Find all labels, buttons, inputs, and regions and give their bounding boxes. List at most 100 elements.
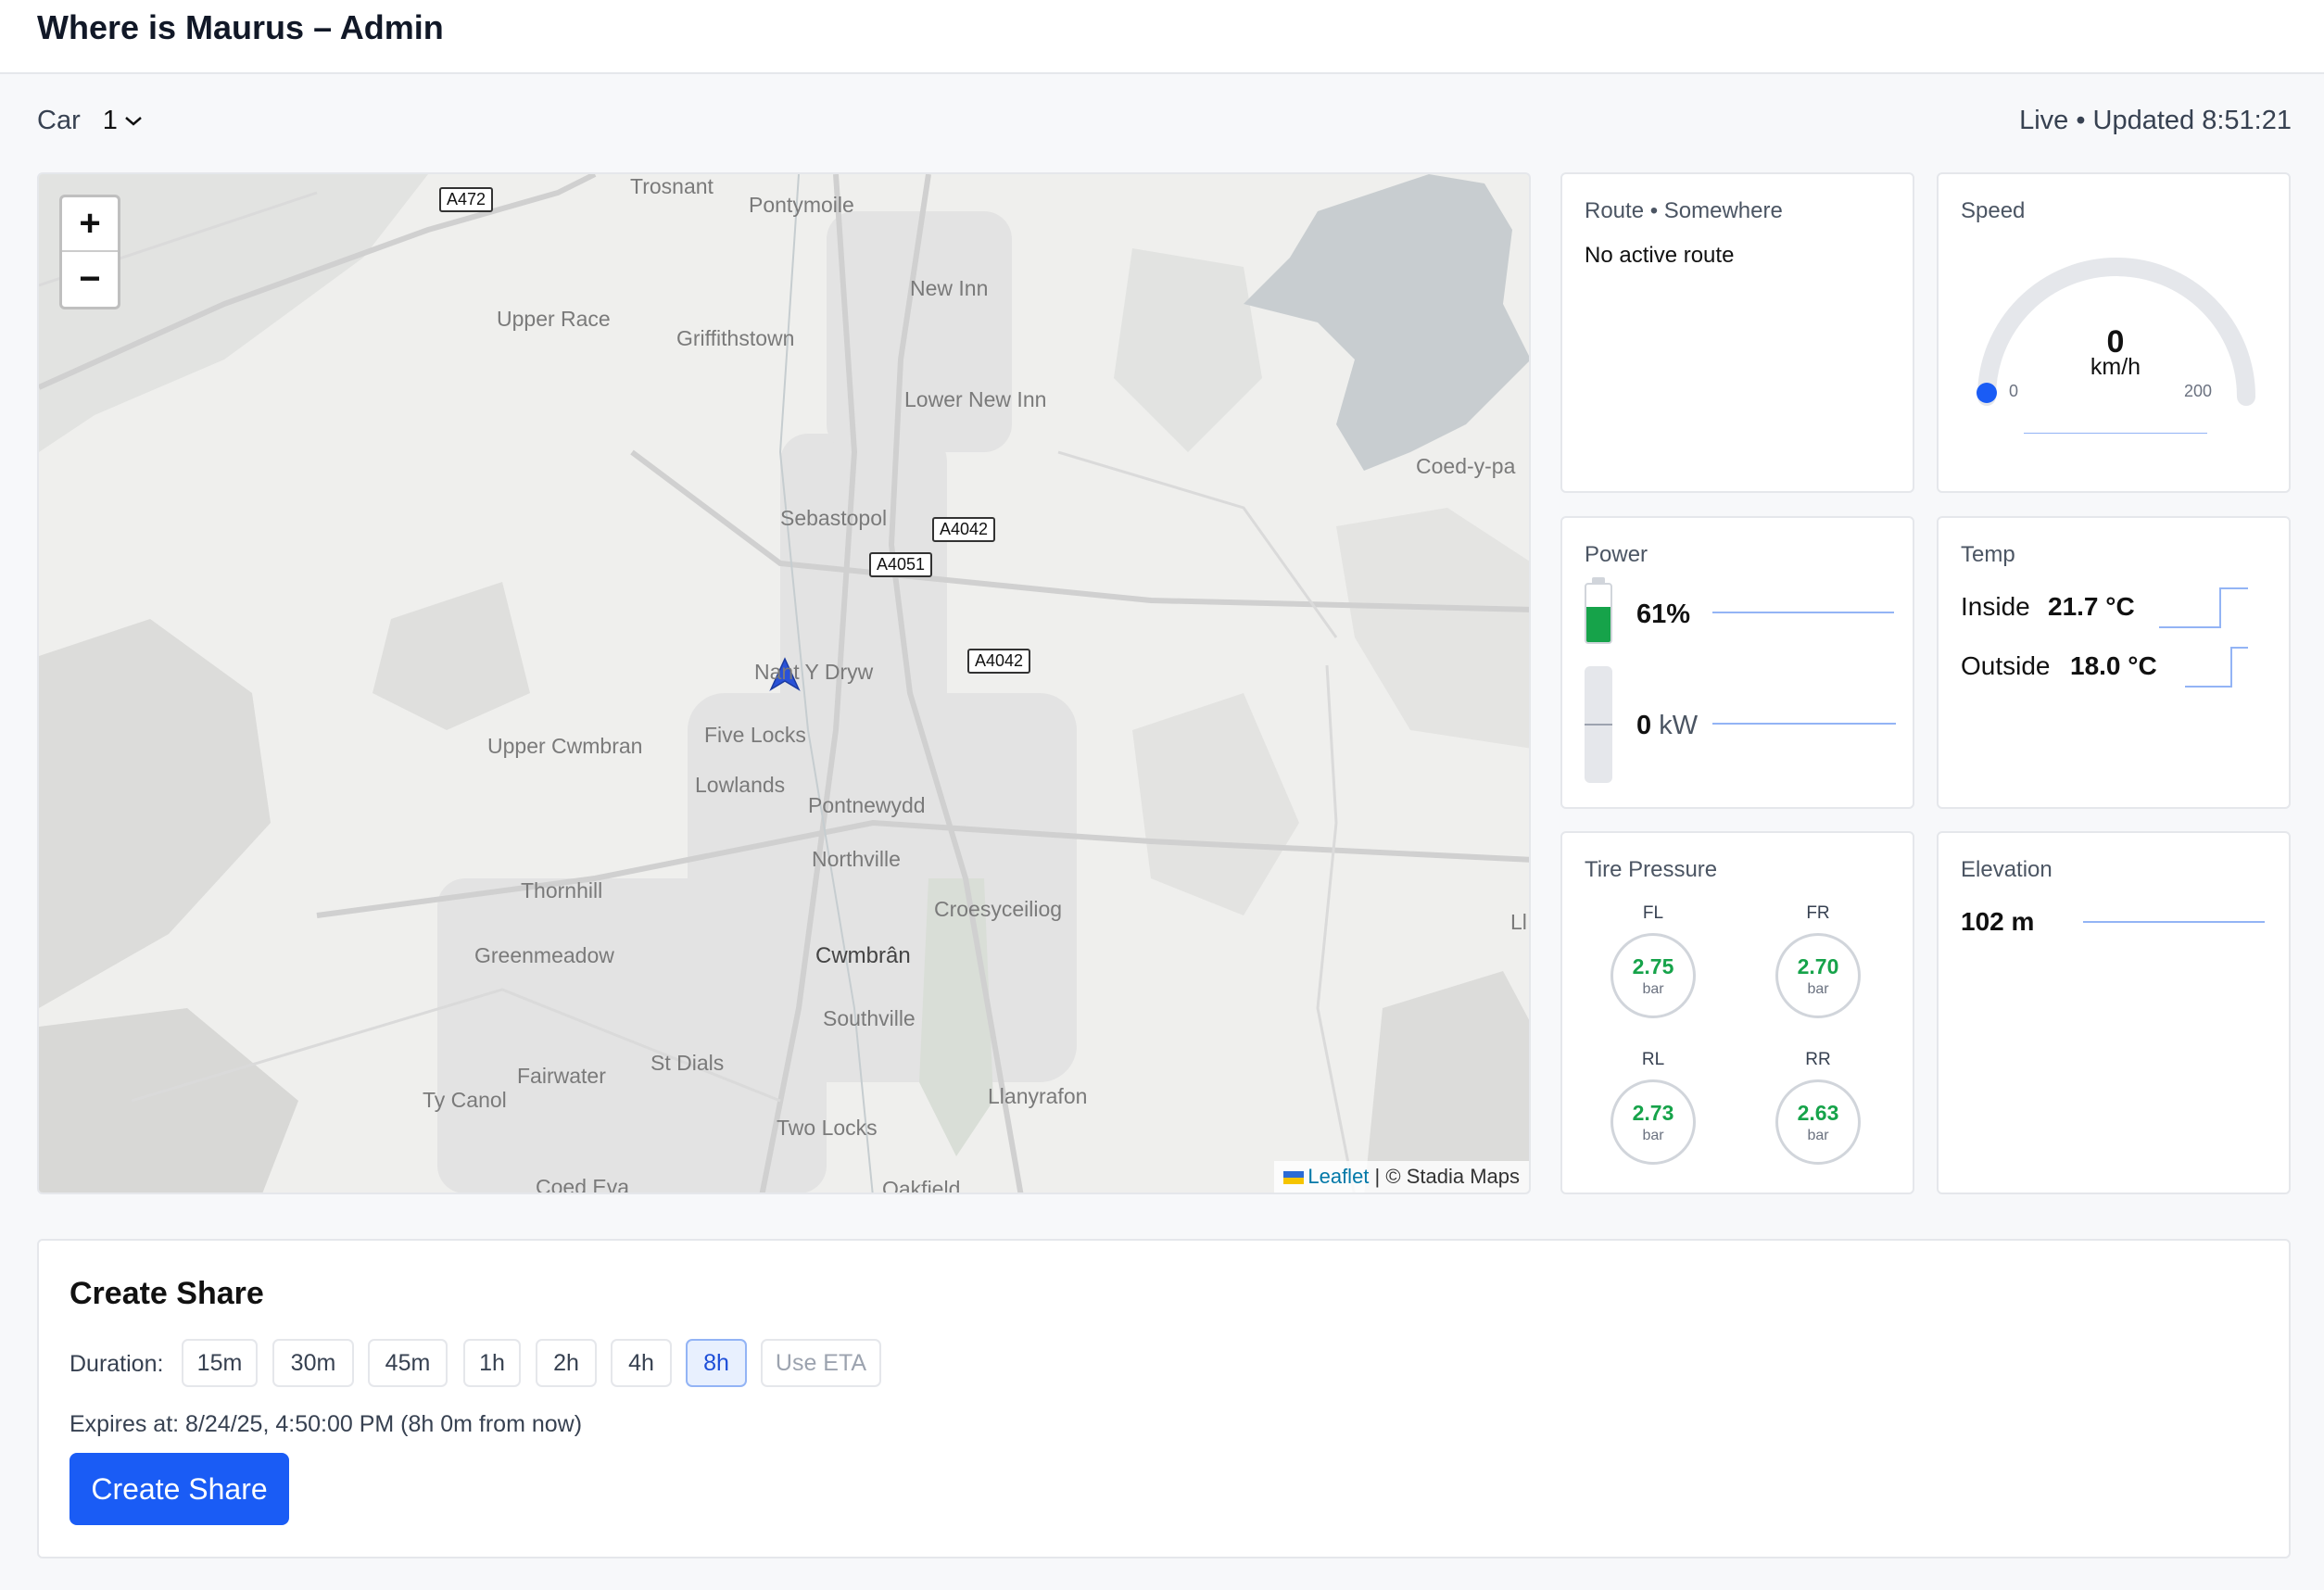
share-title: Create Share: [69, 1276, 264, 1311]
duration-45m-button[interactable]: 45m: [368, 1339, 448, 1387]
tire-fr-label: FR: [1806, 903, 1830, 923]
map-label: Lowlands: [695, 773, 786, 797]
map-label: New Inn: [910, 276, 989, 300]
ukraine-flag-icon: [1283, 1171, 1305, 1185]
road-shield: A4042: [932, 517, 996, 542]
map-label: St Dials: [650, 1051, 725, 1075]
leaflet-link[interactable]: Leaflet: [1307, 1165, 1369, 1188]
tire-title: Tire Pressure: [1585, 857, 1718, 882]
map-label: Ty Canol: [423, 1088, 507, 1112]
car-selector[interactable]: Car 1: [37, 106, 144, 136]
zoom-control: + −: [59, 195, 120, 309]
duration-30m-button[interactable]: 30m: [272, 1339, 354, 1387]
zoom-in-button[interactable]: +: [62, 197, 118, 252]
road-shield: A4042: [967, 649, 1031, 674]
tire-fr-unit: bar: [1807, 981, 1829, 997]
tire-rr-value: 2.63: [1797, 1101, 1839, 1125]
tire-fr: 2.70 bar: [1775, 933, 1861, 1018]
power-title: Power: [1585, 542, 1648, 567]
route-status: No active route: [1585, 243, 1735, 268]
map-label: Croesyceiliog: [934, 897, 1063, 921]
create-share-button[interactable]: Create Share: [69, 1453, 289, 1525]
map-label: Coed Eva: [536, 1175, 630, 1194]
map-label: Sebastopol: [780, 506, 888, 530]
map-label: Greenmeadow: [474, 943, 614, 967]
power-kw-value: 0: [1636, 711, 1652, 740]
tire-fl: 2.75 bar: [1610, 933, 1696, 1018]
elevation-card: Elevation 102 m: [1937, 831, 2291, 1194]
tire-rl-unit: bar: [1642, 1128, 1664, 1143]
map-label: Southville: [823, 1006, 916, 1030]
temp-outside-label: Outside: [1961, 651, 2051, 680]
duration-8h-button[interactable]: 8h: [686, 1339, 747, 1387]
tire-rr-unit: bar: [1807, 1128, 1829, 1143]
tire-rl-label: RL: [1641, 1050, 1665, 1069]
car-selector-label: Car: [37, 106, 81, 135]
tire-fl-value: 2.75: [1632, 954, 1674, 978]
map-label: Upper Race: [497, 307, 611, 331]
map-label: Lower New Inn: [904, 387, 1047, 411]
attribution-text: | © Stadia Maps: [1374, 1165, 1520, 1188]
map-label: Fairwater: [517, 1064, 606, 1088]
speed-card: Speed 0 km/h 0 200: [1937, 172, 2291, 493]
map-label: Thornhill: [521, 878, 603, 902]
duration-1h-button[interactable]: 1h: [463, 1339, 521, 1387]
speed-unit: km/h: [2090, 354, 2141, 380]
map-label: Northville: [812, 847, 901, 871]
live-status: Live • Updated 8:51:21: [2019, 106, 2292, 135]
tire-rr-label: RR: [1805, 1050, 1831, 1069]
speed-min: 0: [2009, 382, 2019, 400]
tire-pressure-card: Tire Pressure FL 2.75 bar FR 2.70 bar RL…: [1560, 831, 1914, 1194]
road-shield: A4051: [869, 552, 933, 577]
duration-label: Duration:: [69, 1351, 164, 1377]
battery-sparkline: [1712, 612, 1894, 613]
map-label: Cwmbrân: [815, 943, 911, 968]
power-bar: [1585, 666, 1612, 783]
map-label: Nant Y Dryw: [754, 660, 874, 684]
map-label: Llanyrafon: [988, 1084, 1088, 1108]
speed-needle-dot: [1977, 383, 1997, 403]
elevation-value: 102 m: [1961, 907, 2035, 936]
map-label: Pontnewydd: [808, 793, 926, 817]
chevron-down-icon[interactable]: [123, 115, 144, 128]
map[interactable]: + − Trosnant Pontymoile New Inn Upper Ra…: [37, 172, 1531, 1194]
tire-rl-value: 2.73: [1632, 1101, 1674, 1125]
duration-15m-button[interactable]: 15m: [182, 1339, 258, 1387]
zoom-out-button[interactable]: −: [62, 252, 118, 307]
use-eta-button[interactable]: Use ETA: [761, 1339, 881, 1387]
temp-inside-sparkline: [2159, 587, 2248, 628]
duration-2h-button[interactable]: 2h: [536, 1339, 597, 1387]
map-label: Ll: [1510, 910, 1527, 934]
car-selector-value[interactable]: 1: [103, 106, 118, 136]
tire-rr: 2.63 bar: [1775, 1079, 1861, 1165]
temp-outside-sparkline: [2185, 647, 2248, 688]
page-title: Where is Maurus – Admin: [37, 8, 444, 46]
map-label: Griffithstown: [676, 326, 795, 350]
elevation-sparkline: [2083, 921, 2265, 923]
power-card: Power 61% 0 kW: [1560, 516, 1914, 809]
speed-title: Speed: [1961, 198, 2026, 223]
map-label: Upper Cwmbran: [487, 734, 643, 758]
power-kw-unit: kW: [1659, 711, 1699, 740]
top-bar: Where is Maurus – Admin: [0, 0, 2324, 74]
map-label: Trosnant: [630, 174, 714, 198]
route-title: Route • Somewhere: [1585, 198, 1783, 223]
speed-max: 200: [2184, 382, 2213, 400]
map-attribution: Leaflet | © Stadia Maps: [1274, 1161, 1529, 1192]
tire-fl-unit: bar: [1642, 981, 1664, 997]
temp-outside-value: 18.0 °C: [2070, 651, 2157, 680]
duration-4h-button[interactable]: 4h: [611, 1339, 672, 1387]
tire-fr-value: 2.70: [1797, 954, 1839, 978]
temp-card: Temp Inside 21.7 °C Outside 18.0 °C: [1937, 516, 2291, 809]
power-sparkline: [1712, 723, 1896, 725]
map-label: Two Locks: [777, 1116, 878, 1140]
battery-percent: 61%: [1636, 599, 1691, 629]
map-label: Pontymoile: [749, 193, 854, 217]
temp-title: Temp: [1961, 542, 2015, 567]
route-card: Route • Somewhere No active route: [1560, 172, 1914, 493]
temp-inside-label: Inside: [1961, 592, 2030, 621]
map-label: Five Locks: [704, 723, 806, 747]
map-label: Coed-y-pa: [1416, 454, 1516, 478]
road-shield: A472: [439, 187, 494, 212]
elevation-title: Elevation: [1961, 857, 2052, 882]
